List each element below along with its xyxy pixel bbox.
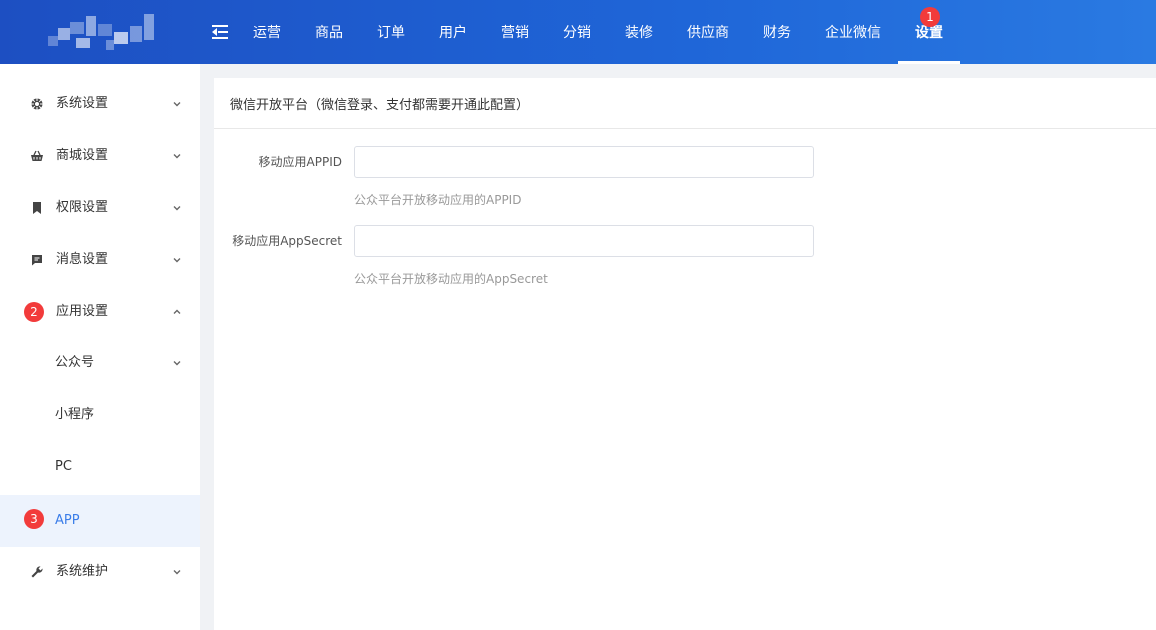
- chevron-down-icon: [170, 97, 184, 111]
- chevron-down-icon: [170, 253, 184, 267]
- sidebar-item-system-maintenance[interactable]: 系统维护: [0, 546, 200, 598]
- sidebar-item-label: 系统设置: [56, 96, 109, 111]
- top-header: 运营 商品 订单 用户 营销 分销 装修 供应商 财务 企业微信 设置 1: [0, 0, 1156, 64]
- nav-item-decoration[interactable]: 装修: [608, 0, 670, 64]
- nav-item-distribution[interactable]: 分销: [546, 0, 608, 64]
- sidebar-item-label: 公众号: [55, 355, 95, 370]
- menu-collapse-icon[interactable]: [212, 25, 228, 39]
- appid-input[interactable]: [354, 146, 814, 178]
- top-nav: 运营 商品 订单 用户 营销 分销 装修 供应商 财务 企业微信 设置: [236, 0, 960, 64]
- appsecret-help-text: 公众平台开放移动应用的AppSecret: [354, 272, 548, 286]
- nav-item-users[interactable]: 用户: [422, 0, 484, 64]
- sidebar-item-mall-settings[interactable]: 商城设置: [0, 130, 200, 182]
- chevron-down-icon: [170, 201, 184, 215]
- sidebar-item-permission-settings[interactable]: 权限设置: [0, 182, 200, 234]
- nav-item-products[interactable]: 商品: [298, 0, 360, 64]
- step-badge-2: 2: [24, 302, 44, 322]
- nav-item-marketing[interactable]: 营销: [484, 0, 546, 64]
- sidebar-item-pc[interactable]: PC: [0, 441, 200, 493]
- sidebar-item-label: 商城设置: [56, 148, 109, 163]
- nav-item-operations[interactable]: 运营: [236, 0, 298, 64]
- nav-item-wecom[interactable]: 企业微信: [808, 0, 898, 64]
- chevron-up-icon: [170, 305, 184, 319]
- wrench-icon: [30, 565, 44, 579]
- nav-item-finance[interactable]: 财务: [746, 0, 808, 64]
- chevron-down-icon: [170, 149, 184, 163]
- divider: [214, 128, 1156, 129]
- sidebar-item-system-settings[interactable]: 系统设置: [0, 78, 200, 130]
- sidebar-item-official-account[interactable]: 公众号: [0, 337, 200, 389]
- sidebar-item-message-settings[interactable]: 消息设置: [0, 234, 200, 286]
- chevron-down-icon: [170, 565, 184, 579]
- sidebar-item-label: 小程序: [55, 407, 95, 422]
- appsecret-label: 移动应用AppSecret: [232, 234, 342, 248]
- settings-card: 微信开放平台（微信登录、支付都需要开通此配置） 移动应用APPID 公众平台开放…: [214, 78, 1156, 630]
- nav-item-orders[interactable]: 订单: [360, 0, 422, 64]
- sidebar-item-mini-program[interactable]: 小程序: [0, 389, 200, 441]
- logo[interactable]: [46, 14, 158, 54]
- message-icon: [30, 253, 44, 267]
- gear-icon: [30, 97, 44, 111]
- appsecret-input[interactable]: [354, 225, 814, 257]
- card-title: 微信开放平台（微信登录、支付都需要开通此配置）: [230, 98, 530, 113]
- step-badge-1: 1: [920, 7, 940, 27]
- chevron-down-icon: [170, 356, 184, 370]
- appid-label: 移动应用APPID: [258, 155, 342, 169]
- sidebar: 系统设置 商城设置 权限设置 消息设置 应用设置 2 公众号 小程序 PC AP…: [0, 64, 200, 630]
- sidebar-item-label: 应用设置: [56, 304, 109, 319]
- sidebar-item-label: 消息设置: [56, 252, 109, 267]
- appid-help-text: 公众平台开放移动应用的APPID: [354, 193, 522, 207]
- sidebar-item-label: 系统维护: [56, 564, 109, 579]
- sidebar-item-label: 权限设置: [56, 200, 109, 215]
- step-badge-3: 3: [24, 509, 44, 529]
- nav-item-supplier[interactable]: 供应商: [670, 0, 746, 64]
- sidebar-item-label: PC: [55, 459, 72, 474]
- bookmark-icon: [30, 201, 44, 215]
- basket-icon: [30, 149, 44, 163]
- sidebar-item-label: APP: [55, 513, 80, 528]
